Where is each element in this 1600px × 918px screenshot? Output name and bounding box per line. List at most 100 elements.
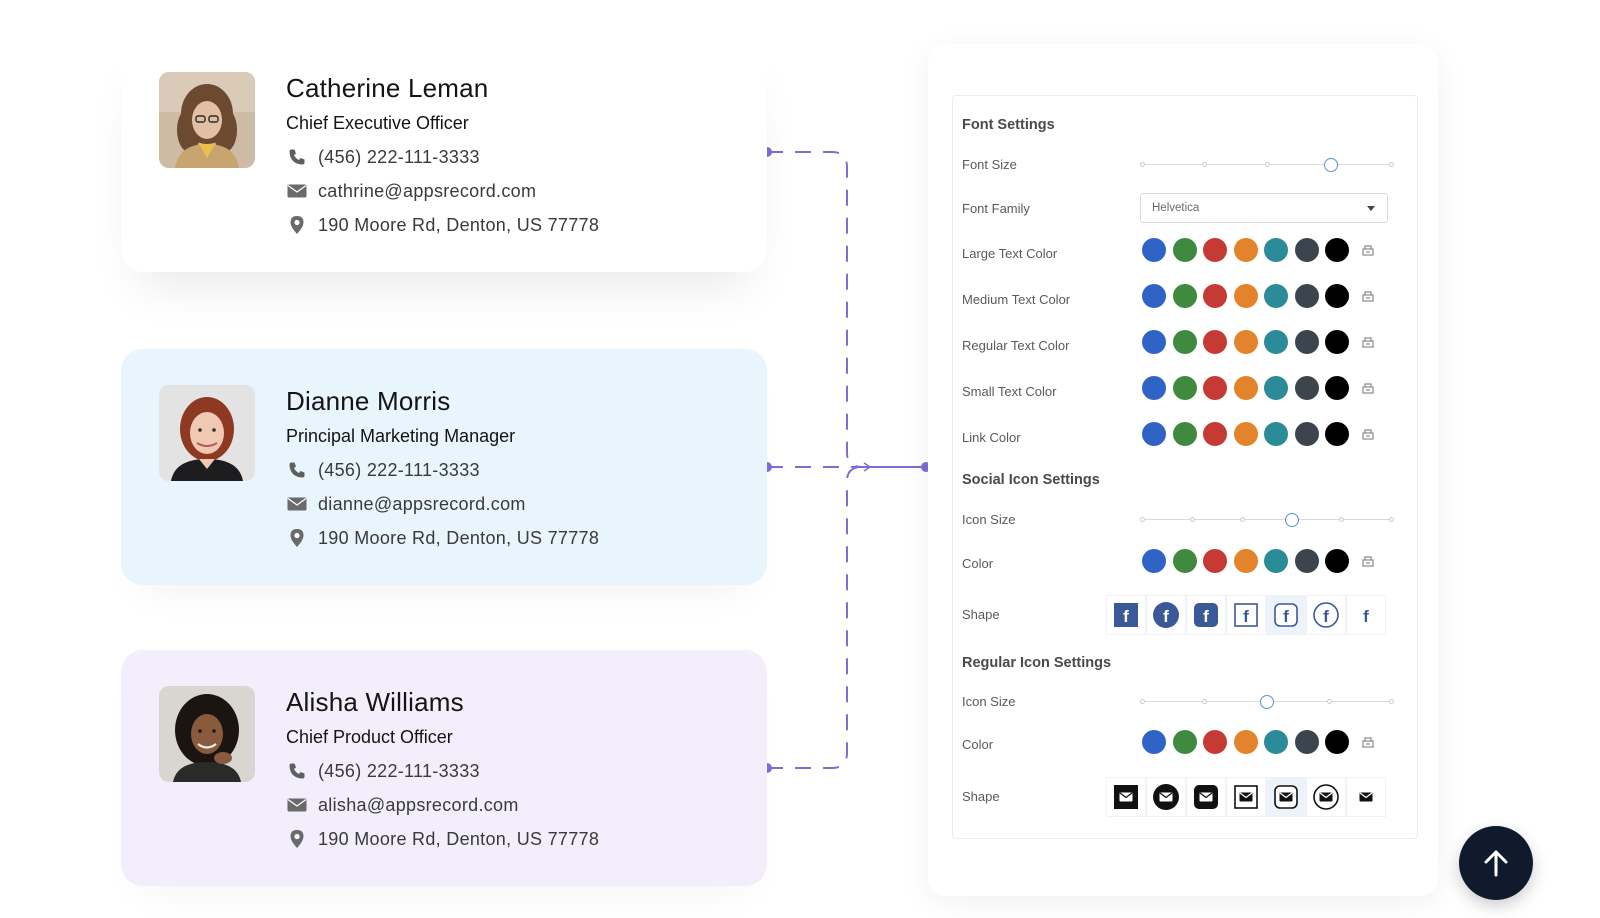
color-picker-icon[interactable]: [1361, 382, 1374, 394]
location-pin-icon: [286, 527, 308, 549]
slider-step-dot: [1326, 699, 1332, 704]
color-swatch[interactable]: [1233, 422, 1258, 446]
color-picker-icon[interactable]: [1361, 555, 1374, 567]
color-swatch[interactable]: [1264, 422, 1288, 446]
svg-text:f: f: [1323, 607, 1329, 626]
color-swatch[interactable]: [1325, 330, 1349, 354]
color-swatch[interactable]: [1264, 330, 1288, 354]
color-picker-icon[interactable]: [1361, 428, 1374, 440]
color-swatch[interactable]: [1264, 284, 1288, 308]
color-swatch[interactable]: [1142, 549, 1166, 573]
slider-step-dot: [1339, 517, 1345, 522]
font-size-slider[interactable]: [1140, 157, 1394, 173]
color-swatch[interactable]: [1233, 549, 1258, 573]
color-swatch[interactable]: [1325, 730, 1349, 754]
slider-thumb[interactable]: [1260, 695, 1274, 709]
person-name: Catherine Leman: [286, 73, 489, 103]
color-swatch[interactable]: [1325, 376, 1349, 400]
color-swatch[interactable]: [1233, 238, 1258, 262]
color-swatch[interactable]: [1203, 376, 1227, 400]
email-link[interactable]: cathrine@appsrecord.com: [318, 181, 536, 202]
color-swatch[interactable]: [1172, 730, 1197, 754]
shape-option[interactable]: f: [1306, 595, 1346, 635]
color-swatch[interactable]: [1203, 238, 1227, 262]
phone-icon: [286, 146, 308, 168]
shape-option[interactable]: [1226, 777, 1266, 817]
shape-option[interactable]: f: [1106, 595, 1146, 635]
email-link[interactable]: dianne@appsrecord.com: [318, 494, 526, 515]
regular-icon-settings-title: Regular Icon Settings: [962, 655, 1112, 671]
shape-option[interactable]: f: [1186, 595, 1226, 635]
color-swatch[interactable]: [1203, 330, 1227, 354]
signature-card[interactable]: Catherine Leman Chief Executive Officer …: [121, 36, 767, 272]
shape-option[interactable]: [1346, 777, 1386, 817]
slider-step-dot: [1239, 517, 1245, 522]
shape-option[interactable]: [1306, 777, 1346, 817]
regular-icon-size-slider[interactable]: [1140, 694, 1394, 710]
shape-option[interactable]: f: [1226, 595, 1266, 635]
color-swatch[interactable]: [1294, 330, 1319, 354]
color-swatch[interactable]: [1172, 238, 1197, 262]
shape-option[interactable]: f: [1346, 595, 1386, 635]
color-swatch[interactable]: [1142, 238, 1166, 262]
color-swatch[interactable]: [1203, 549, 1227, 573]
color-swatch[interactable]: [1264, 549, 1288, 573]
svg-text:f: f: [1283, 607, 1289, 626]
color-swatch[interactable]: [1264, 238, 1288, 262]
slider-thumb[interactable]: [1323, 158, 1338, 172]
color-swatch[interactable]: [1264, 376, 1288, 400]
shape-option[interactable]: f: [1146, 595, 1186, 635]
color-swatch[interactable]: [1233, 730, 1258, 754]
email-link[interactable]: alisha@appsrecord.com: [318, 795, 519, 816]
color-swatch[interactable]: [1142, 422, 1166, 446]
color-swatch[interactable]: [1203, 284, 1227, 308]
color-swatch[interactable]: [1142, 376, 1166, 400]
color-swatch[interactable]: [1142, 284, 1166, 308]
color-swatch[interactable]: [1294, 284, 1319, 308]
color-swatch[interactable]: [1294, 549, 1319, 573]
shape-option[interactable]: [1186, 777, 1226, 817]
social-icon-shapes: fffffff: [1106, 595, 1386, 635]
color-swatch[interactable]: [1325, 549, 1349, 573]
shape-option[interactable]: [1106, 777, 1146, 817]
color-swatch[interactable]: [1172, 330, 1197, 354]
color-swatch[interactable]: [1233, 284, 1258, 308]
svg-text:f: f: [1123, 607, 1129, 626]
color-picker-icon[interactable]: [1361, 244, 1374, 256]
color-swatch[interactable]: [1142, 730, 1166, 754]
color-swatch[interactable]: [1294, 238, 1319, 262]
font-family-select[interactable]: Helvetica: [1140, 193, 1388, 223]
color-swatch[interactable]: [1325, 422, 1349, 446]
color-swatch[interactable]: [1325, 284, 1349, 308]
color-swatch[interactable]: [1264, 730, 1288, 754]
address-text: 190 Moore Rd, Denton, US 77778: [318, 828, 600, 849]
shape-option[interactable]: f: [1266, 595, 1306, 635]
color-picker-icon[interactable]: [1361, 336, 1374, 348]
color-picker-icon[interactable]: [1361, 290, 1374, 302]
color-swatch[interactable]: [1325, 238, 1349, 262]
color-swatch[interactable]: [1203, 730, 1227, 754]
signature-card[interactable]: Dianne Morris Principal Marketing Manage…: [121, 349, 767, 585]
color-swatch[interactable]: [1203, 422, 1227, 446]
shape-option[interactable]: [1146, 777, 1186, 817]
social-icon-size-slider[interactable]: [1140, 512, 1394, 528]
color-swatch[interactable]: [1172, 422, 1197, 446]
slider-thumb[interactable]: [1285, 513, 1300, 527]
signature-card[interactable]: Alisha Williams Chief Product Officer (4…: [121, 650, 767, 886]
facebook-outline-circle-icon: f: [1312, 601, 1340, 629]
email-row: dianne@appsrecord.com: [286, 491, 599, 517]
color-swatch[interactable]: [1233, 330, 1258, 354]
color-swatch[interactable]: [1294, 376, 1319, 400]
color-picker-icon[interactable]: [1361, 736, 1374, 748]
avatar: [159, 385, 255, 481]
color-swatch[interactable]: [1142, 330, 1166, 354]
shape-option[interactable]: [1266, 777, 1306, 817]
color-swatch[interactable]: [1294, 730, 1319, 754]
color-swatch[interactable]: [1172, 549, 1197, 573]
color-swatch[interactable]: [1172, 376, 1197, 400]
color-swatch[interactable]: [1172, 284, 1197, 308]
scroll-to-top-button[interactable]: [1459, 826, 1533, 900]
color-swatch[interactable]: [1233, 376, 1258, 400]
mail-outline-circle-icon: [1312, 783, 1340, 811]
color-swatch[interactable]: [1294, 422, 1319, 446]
